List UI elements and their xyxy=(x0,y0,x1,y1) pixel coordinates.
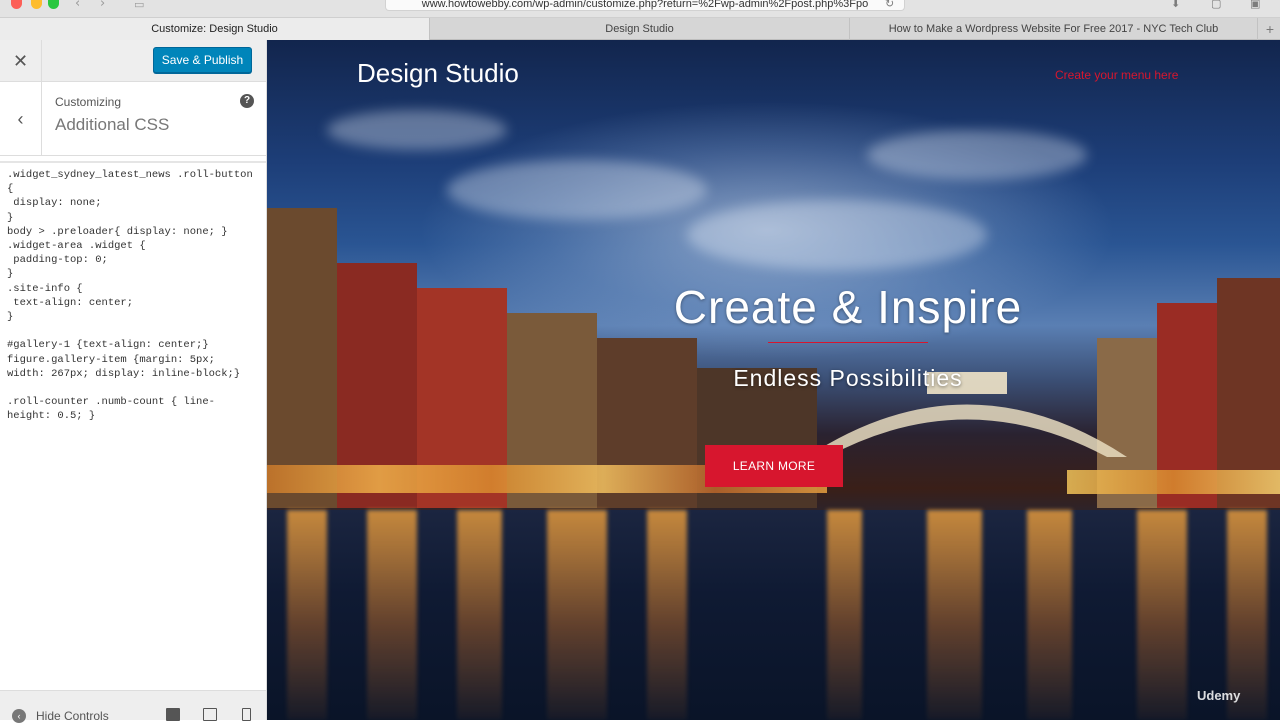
close-window-button[interactable] xyxy=(11,0,22,9)
close-icon[interactable]: ✕ xyxy=(0,40,42,82)
light-reflection xyxy=(1027,510,1072,720)
address-bar[interactable]: www.howtowebby.com/wp-admin/customize.ph… xyxy=(385,0,905,11)
tabs-overview-icon[interactable]: ▣ xyxy=(1250,0,1260,10)
tab-customize[interactable]: Customize: Design Studio xyxy=(0,18,430,40)
back-chevron-icon[interactable]: ‹ xyxy=(0,82,42,156)
download-icon[interactable]: ⬇ xyxy=(1171,0,1180,10)
customizer-footer: ‹ Hide Controls xyxy=(0,690,266,723)
breadcrumb: Customizing xyxy=(55,95,122,109)
hero-divider xyxy=(768,342,928,343)
css-editor[interactable]: .widget_sydney_latest_news .roll-button … xyxy=(0,161,266,691)
minimize-window-button[interactable] xyxy=(31,0,42,9)
light-reflection xyxy=(287,510,327,720)
udemy-watermark: Udemy xyxy=(1197,688,1241,703)
light-reflection xyxy=(367,510,417,720)
site-title[interactable]: Design Studio xyxy=(357,58,519,89)
customizer-sidebar: ✕ Save & Publish ‹ Customizing Additiona… xyxy=(0,40,267,723)
tab-design-studio[interactable]: Design Studio xyxy=(430,18,850,40)
hide-controls-icon[interactable]: ‹ xyxy=(12,709,26,723)
cloud-shape xyxy=(687,200,987,270)
sidebar-toggle-icon[interactable]: ▭ xyxy=(134,0,144,11)
customizer-header: ✕ Save & Publish xyxy=(0,40,266,82)
reload-icon[interactable]: ↻ xyxy=(885,0,894,10)
light-reflection xyxy=(927,510,982,720)
canal-water xyxy=(267,510,1280,720)
help-icon[interactable]: ? xyxy=(240,94,254,108)
save-publish-button[interactable]: Save & Publish xyxy=(153,47,252,73)
light-reflection xyxy=(827,510,862,720)
section-header: ‹ Customizing Additional CSS ? xyxy=(0,82,266,156)
maximize-window-button[interactable] xyxy=(48,0,59,9)
desktop-preview-icon[interactable] xyxy=(166,708,180,721)
light-reflection xyxy=(457,510,502,720)
cloud-shape xyxy=(867,130,1087,180)
menu-placeholder-link[interactable]: Create your menu here xyxy=(1055,68,1178,82)
light-reflection xyxy=(1137,510,1187,720)
share-icon[interactable]: ▢ xyxy=(1211,0,1221,10)
cloud-shape xyxy=(447,160,707,220)
tab-bar: Customize: Design Studio Design Studio H… xyxy=(0,18,1280,40)
forward-nav-icon[interactable]: › xyxy=(100,0,105,11)
hero-subtitle: Endless Possibilities xyxy=(733,365,963,391)
tablet-preview-icon[interactable] xyxy=(203,708,217,721)
lit-waterfront xyxy=(1067,470,1280,494)
tab-tutorial[interactable]: How to Make a Wordpress Website For Free… xyxy=(850,18,1258,40)
light-reflection xyxy=(547,510,607,720)
learn-more-button[interactable]: LEARN MORE xyxy=(705,445,843,487)
building-shape xyxy=(267,208,337,508)
light-reflection xyxy=(647,510,687,720)
hero-title: Create & Inspire xyxy=(673,281,1023,333)
browser-toolbar: ‹ › ▭ www.howtowebby.com/wp-admin/custom… xyxy=(0,0,1280,18)
mobile-preview-icon[interactable] xyxy=(242,708,251,721)
site-preview: Design Studio Create your menu here Crea… xyxy=(267,40,1280,720)
new-tab-icon[interactable]: + xyxy=(1266,18,1274,40)
hide-controls-label[interactable]: Hide Controls xyxy=(36,709,109,723)
cloud-shape xyxy=(327,110,507,150)
section-title: Additional CSS xyxy=(55,115,170,134)
back-nav-icon[interactable]: ‹ xyxy=(75,0,80,11)
